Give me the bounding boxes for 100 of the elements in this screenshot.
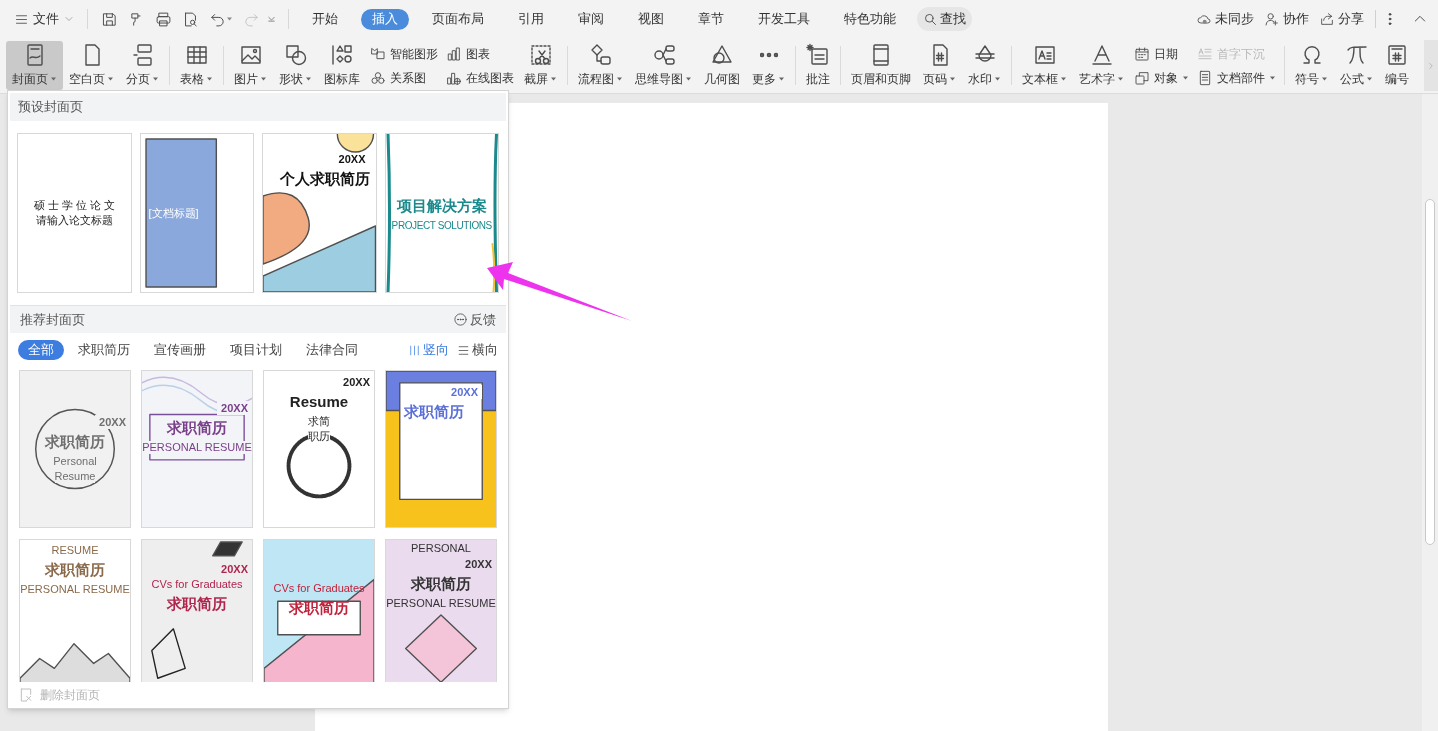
cover-title: 求职简历	[167, 594, 227, 614]
comment-icon	[806, 43, 830, 67]
ribbon-button[interactable]: 在线图表	[446, 67, 514, 88]
cover-decoration-shape	[286, 433, 352, 499]
cover-template-thumbnail[interactable]: 20XX 求职简历 Personal Resume	[19, 370, 131, 528]
ribbon-tab[interactable]: 开发工具	[747, 8, 821, 30]
search-icon	[923, 11, 938, 27]
drop-cap-icon	[1197, 45, 1213, 62]
cover-title: 项目解决方案	[396, 195, 487, 216]
ribbon-button[interactable]: 封面页	[6, 41, 63, 90]
print-preview-icon[interactable]	[182, 10, 199, 28]
orientation-option[interactable]: 横向	[457, 340, 498, 360]
ribbon-button[interactable]: 智能图形	[370, 43, 438, 64]
ribbon-button[interactable]: 艺术字	[1073, 41, 1130, 90]
ribbon-button[interactable]: 日期	[1134, 43, 1189, 64]
cover-title: 求职简历	[404, 401, 464, 423]
ribbon-button[interactable]: 文档部件	[1197, 67, 1276, 88]
cover-title: 求职简历	[411, 574, 471, 594]
cover-template-thumbnail[interactable]: PERSONAL 20XX 求职简历 PERSONAL RESUME	[385, 539, 497, 682]
cover-template-thumbnail[interactable]: 20XX Resume 求简 职历	[263, 370, 375, 528]
filter-tab[interactable]: 项目计划	[220, 340, 292, 360]
cover-template-thumbnail[interactable]: CVs for Graduates 求职简历	[263, 539, 375, 682]
cover-template-thumbnail[interactable]: 20XX 个人求职简历	[262, 133, 377, 293]
mind-map-icon	[651, 43, 676, 67]
cover-caption: PERSONAL RESUME	[386, 597, 496, 610]
search-button[interactable]: 查找	[917, 7, 972, 31]
object-icon	[1134, 69, 1150, 86]
remove-page-icon	[18, 687, 34, 703]
relation-icon	[370, 69, 386, 86]
ribbon-button[interactable]: 表格	[174, 41, 219, 90]
ribbon-button[interactable]: 公式	[1334, 41, 1379, 90]
ribbon-tab[interactable]: 特色功能	[833, 8, 907, 30]
save-icon[interactable]	[101, 10, 118, 28]
ribbon-button[interactable]: 截屏	[518, 41, 563, 90]
ribbon-button[interactable]: 批注	[800, 41, 836, 90]
cover-caption: [文档标题]	[148, 206, 199, 220]
ribbon-button[interactable]: 思维导图	[629, 41, 698, 90]
ribbon-button[interactable]: 水印	[962, 41, 1007, 90]
orientation-option[interactable]: 竖向	[408, 340, 449, 360]
toolbar-action[interactable]: 未同步	[1191, 9, 1259, 29]
cover-caption: Personal	[53, 455, 97, 468]
share-icon	[1319, 11, 1335, 27]
ribbon-tab[interactable]: 页面布局	[421, 8, 495, 30]
ribbon-tab[interactable]: 引用	[507, 8, 555, 30]
text-box-icon	[1032, 43, 1057, 67]
shapes-icon	[283, 43, 308, 67]
ribbon-button[interactable]: 图标库	[318, 41, 366, 90]
filter-tab[interactable]: 宣传画册	[144, 340, 216, 360]
cover-title: 个人求职简历	[279, 169, 370, 189]
toolbar-action[interactable]: 协作	[1259, 9, 1314, 29]
ribbon-button[interactable]: 空白页	[63, 41, 120, 90]
cover-caption: 求简	[308, 415, 330, 428]
file-menu[interactable]: 文件	[10, 6, 79, 32]
ribbon-button[interactable]: 符号	[1289, 41, 1334, 90]
ribbon-button[interactable]: 更多	[746, 41, 791, 90]
filter-tab[interactable]: 全部	[18, 340, 64, 360]
filter-tab[interactable]: 法律合同	[296, 340, 368, 360]
cover-template-thumbnail[interactable]: 20XX 求职简历	[385, 370, 497, 528]
ribbon-tab[interactable]: 开始	[301, 8, 349, 30]
cover-template-thumbnail[interactable]: RESUME 求职简历 PERSONAL RESUME	[19, 539, 131, 682]
toolbar-action[interactable]: 分享	[1314, 9, 1369, 29]
cover-year: 20XX	[220, 562, 249, 576]
ribbon-button[interactable]: 页码	[917, 41, 962, 90]
horizontal-lines-icon	[457, 343, 470, 357]
cover-caption: Resume	[54, 470, 96, 483]
ribbon-button[interactable]: 编号	[1379, 41, 1415, 90]
ribbon-button[interactable]: 几何图	[698, 41, 746, 90]
cover-decoration-shape	[151, 628, 186, 679]
cover-caption: CVs for Graduates	[273, 582, 365, 595]
ribbon-tab[interactable]: 章节	[687, 8, 735, 30]
ribbon-tab[interactable]: 视图	[627, 8, 675, 30]
ribbon-button[interactable]: 分页	[120, 41, 165, 90]
scissors-icon	[528, 43, 553, 67]
ribbon-button[interactable]: 文本框	[1016, 41, 1073, 90]
ribbon-button[interactable]: 图表	[446, 43, 514, 64]
filter-tab[interactable]: 求职简历	[68, 340, 140, 360]
feedback-link[interactable]: 反馈	[453, 309, 496, 330]
scrollbar-thumb[interactable]	[1425, 199, 1435, 545]
ribbon-button[interactable]: 图片	[228, 41, 273, 90]
add-person-icon	[1264, 11, 1280, 27]
scrollbar[interactable]	[1422, 94, 1438, 731]
cover-template-thumbnail[interactable]: 20XX CVs for Graduates 求职简历	[141, 539, 253, 682]
cover-template-thumbnail[interactable]: 20XX 求职简历 PERSONAL RESUME	[141, 370, 253, 528]
cover-year: 20XX	[337, 152, 367, 166]
ribbon-button[interactable]: 关系图	[370, 67, 438, 88]
cover-template-thumbnail[interactable]: 项目解决方案 PROJECT SOLUTIONS	[384, 133, 499, 293]
cover-title: 求职简历	[45, 431, 105, 453]
ribbon-button[interactable]: 流程图	[572, 41, 629, 90]
icon-grid-icon	[330, 43, 354, 67]
art-text-icon	[1089, 43, 1114, 67]
print-icon[interactable]	[155, 10, 172, 28]
ribbon-button[interactable]: 对象	[1134, 67, 1189, 88]
section-heading: 推荐封面页	[20, 310, 85, 329]
more-icon	[759, 52, 778, 58]
ribbon-button[interactable]: 页眉和页脚	[845, 41, 917, 90]
ribbon-tab[interactable]: 审阅	[567, 8, 615, 30]
page-break-icon	[130, 43, 155, 67]
vertical-lines-icon	[408, 343, 421, 357]
cover-template-thumbnail[interactable]: 硕 士 学 位 论 文 请输入论文标题	[17, 133, 132, 293]
ribbon-button[interactable]: 形状	[273, 41, 318, 90]
